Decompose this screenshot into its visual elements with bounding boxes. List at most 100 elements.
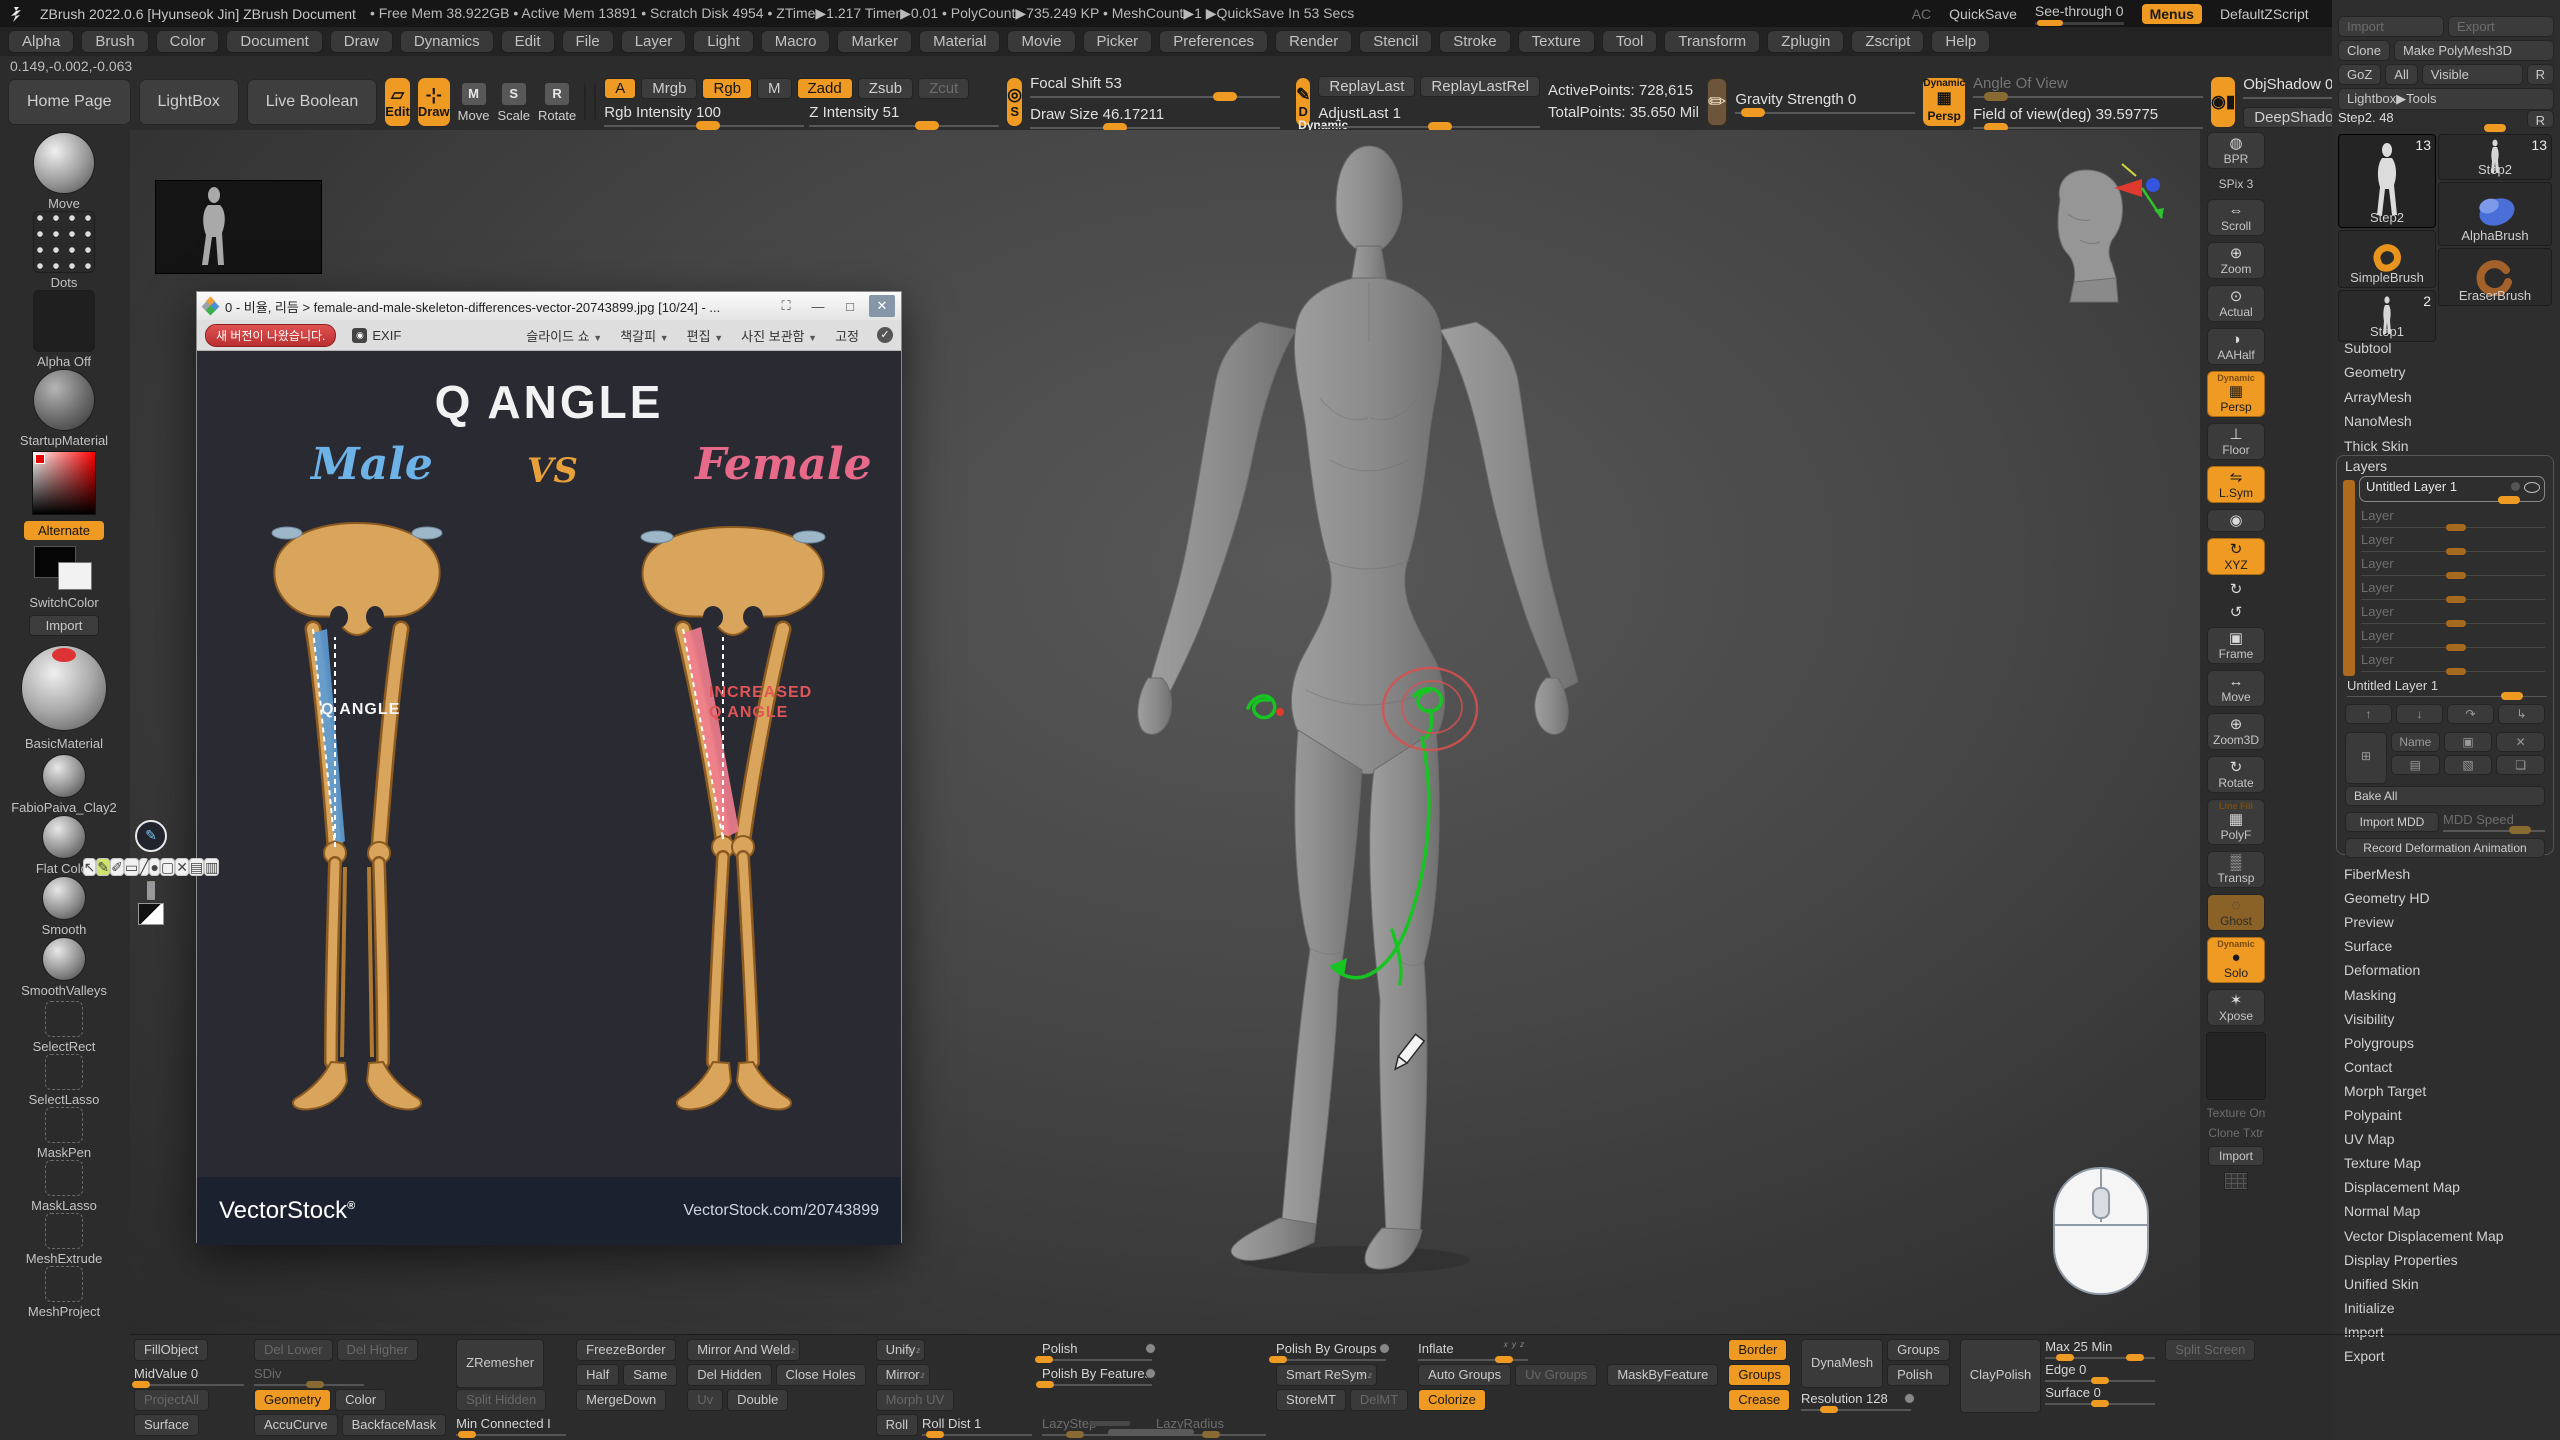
viewer-close-icon[interactable]: ✕ (869, 295, 895, 317)
menu-item[interactable]: Macro (761, 30, 831, 53)
annotation-color-swatch[interactable] (153, 881, 155, 900)
zremesher[interactable]: ZRemesher (456, 1339, 544, 1388)
home-page-button[interactable]: Home Page (8, 79, 131, 125)
record-deformation-button[interactable]: Record Deformation Animation (2345, 838, 2545, 858)
bookmark-menu[interactable]: 책갈피 ▼ (620, 326, 668, 345)
left-shelf-item[interactable]: StartupMaterial (20, 369, 108, 448)
layer-row[interactable]: Layer (2361, 652, 2545, 672)
right-shelf-button[interactable]: ⊕ Zoom3D (2207, 713, 2265, 750)
annotation-tool-button[interactable]: ▤ (189, 858, 204, 876)
material-preview-icon[interactable] (584, 82, 586, 122)
palette-section[interactable]: Thick Skin (2344, 438, 2409, 454)
layers-header[interactable]: Layers (2345, 458, 2387, 474)
backfacemask[interactable]: BackfaceMask (342, 1414, 447, 1436)
del-lower[interactable]: Del Lower (254, 1339, 333, 1361)
dynamesh[interactable]: DynaMesh (1801, 1339, 1883, 1388)
m-toggle[interactable]: M (757, 78, 792, 99)
roll[interactable]: Roll (876, 1414, 918, 1436)
resolution-128[interactable]: Resolution 128 (1801, 1389, 1911, 1411)
switch-color-button[interactable]: SwitchColor (29, 595, 98, 610)
palette-section[interactable]: Subtool (2344, 340, 2391, 356)
right-shelf-button[interactable]: ↻ Rotate (2207, 756, 2265, 793)
menu-item[interactable]: Texture (1518, 30, 1595, 53)
material-item[interactable]: Smooth (11, 876, 117, 937)
edit-menu[interactable]: 편집 ▼ (687, 326, 723, 345)
stroke-type-button[interactable]: ◎S (1007, 78, 1022, 126)
layer-down-button[interactable]: ↓ (2396, 704, 2443, 724)
z-intensity-slider[interactable]: Z Intensity 51 (809, 104, 999, 127)
zsub-toggle[interactable]: Zsub (858, 78, 913, 99)
uv-groups[interactable]: Uv Groups (1515, 1364, 1597, 1386)
right-shelf-button[interactable]: ⊥ Floor (2207, 423, 2265, 460)
annotation-tool-button[interactable]: ▥ (204, 858, 219, 876)
palette-section[interactable]: Visibility (2344, 1011, 2394, 1027)
import-mdd-button[interactable]: Import MDD (2345, 812, 2439, 832)
step-slider[interactable]: Step2. 48 (2338, 110, 2523, 128)
annotation-bw-swatch[interactable] (138, 903, 164, 925)
polish[interactable]: Polish (1887, 1364, 1950, 1386)
right-shelf-button[interactable]: ⇔ Scroll (2207, 199, 2265, 236)
mergedown[interactable]: MergeDown (576, 1389, 666, 1411)
pencil-tool-icon[interactable]: ✏ (1707, 78, 1727, 126)
menu-item[interactable]: Render (1275, 30, 1352, 53)
layer-up-button[interactable]: ↑ (2345, 704, 2392, 724)
replay-last-rel-button[interactable]: ReplayLastRel (1420, 76, 1540, 97)
menu-item[interactable]: Tool (1602, 30, 1658, 53)
crease[interactable]: Crease (1728, 1389, 1790, 1411)
menu-item[interactable]: Dynamics (400, 30, 494, 53)
draw-mode-button[interactable]: -¦-Draw (418, 78, 450, 126)
pin-toggle[interactable]: 고정 (835, 326, 859, 345)
alternate-button[interactable]: Alternate (24, 521, 104, 540)
right-shelf-button[interactable]: SPix 3 (2208, 175, 2264, 193)
annotation-tool-button[interactable]: ● (149, 858, 159, 876)
edge-0[interactable]: Edge 0 (2045, 1362, 2155, 1382)
right-shelf-button[interactable]: Dynamic ▦ Persp (2207, 371, 2265, 417)
delmt[interactable]: DelMT (1350, 1389, 1408, 1411)
brush-stroke-item[interactable]: MeshProject (26, 1266, 103, 1319)
max-25-min[interactable]: Max 25 Min (2045, 1339, 2155, 1359)
tool-thumb-current[interactable]: 13Step2 (2338, 134, 2436, 228)
exif-button[interactable]: ◉EXIF (352, 328, 401, 343)
half[interactable]: Half (576, 1364, 619, 1386)
accucurve[interactable]: AccuCurve (254, 1414, 338, 1436)
menu-item[interactable]: Layer (621, 30, 687, 53)
palette-section[interactable]: UV Map (2344, 1131, 2395, 1147)
material-swirl-icon[interactable] (594, 82, 596, 122)
menus-toggle[interactable]: Menus (2142, 4, 2202, 24)
right-shelf-button[interactable]: ✶ Xpose (2207, 989, 2265, 1026)
ac-toggle[interactable]: AC (1912, 6, 1931, 22)
layer-row[interactable]: Layer (2361, 628, 2545, 648)
split-screen[interactable]: Split Screen (2165, 1339, 2255, 1361)
render-camera-button[interactable]: ◉▮ (2211, 77, 2235, 127)
viewer-title-bar[interactable]: 0 - 비율, 리듬 > female-and-male-skeleton-di… (197, 292, 901, 320)
default-zscript-button[interactable]: DefaultZScript (2220, 6, 2309, 22)
secondary-color-swatch[interactable] (58, 562, 92, 590)
adjust-last-slider[interactable]: AdjustLast 1 (1318, 105, 1540, 128)
scale-mode-button[interactable]: SScale (497, 82, 530, 123)
right-shelf-button[interactable]: Line Fill ▦ PolyF (2207, 799, 2265, 845)
palette-section[interactable]: Displacement Map (2344, 1179, 2460, 1195)
palette-section[interactable]: Display Properties (2344, 1252, 2458, 1268)
uv[interactable]: Uv (687, 1389, 723, 1411)
brush-stroke-item[interactable]: MaskLasso (26, 1160, 103, 1213)
texture-preview-box[interactable] (2206, 1032, 2266, 1100)
menu-item[interactable]: Zplugin (1767, 30, 1844, 53)
palette-section[interactable]: Masking (2344, 987, 2396, 1003)
morph-uv[interactable]: Morph UV (876, 1389, 955, 1411)
lightbox-button[interactable]: LightBox (139, 79, 239, 125)
menu-item[interactable]: Brush (81, 30, 148, 53)
menu-item[interactable]: Light (693, 30, 754, 53)
palette-section[interactable]: Deformation (2344, 962, 2420, 978)
right-shelf-button[interactable]: ▒ Transp (2207, 851, 2265, 888)
menu-item[interactable]: Preferences (1159, 30, 1268, 53)
right-shelf-button[interactable]: ⇋ L.Sym (2207, 466, 2265, 503)
menu-item[interactable]: Help (1931, 30, 1990, 53)
palette-section[interactable]: FiberMesh (2344, 866, 2410, 882)
horizontal-scrollbar[interactable] (1108, 1429, 1194, 1436)
library-menu[interactable]: 사진 보관함 ▼ (741, 326, 817, 345)
layer-redo-button[interactable]: ↷ (2447, 704, 2494, 724)
quicksave-button[interactable]: QuickSave (1949, 6, 2017, 22)
sdiv[interactable]: SDiv (254, 1364, 364, 1386)
smart-resym[interactable]: Smart ReSymx y z (1276, 1364, 1377, 1386)
fillobject[interactable]: FillObject (134, 1339, 208, 1361)
